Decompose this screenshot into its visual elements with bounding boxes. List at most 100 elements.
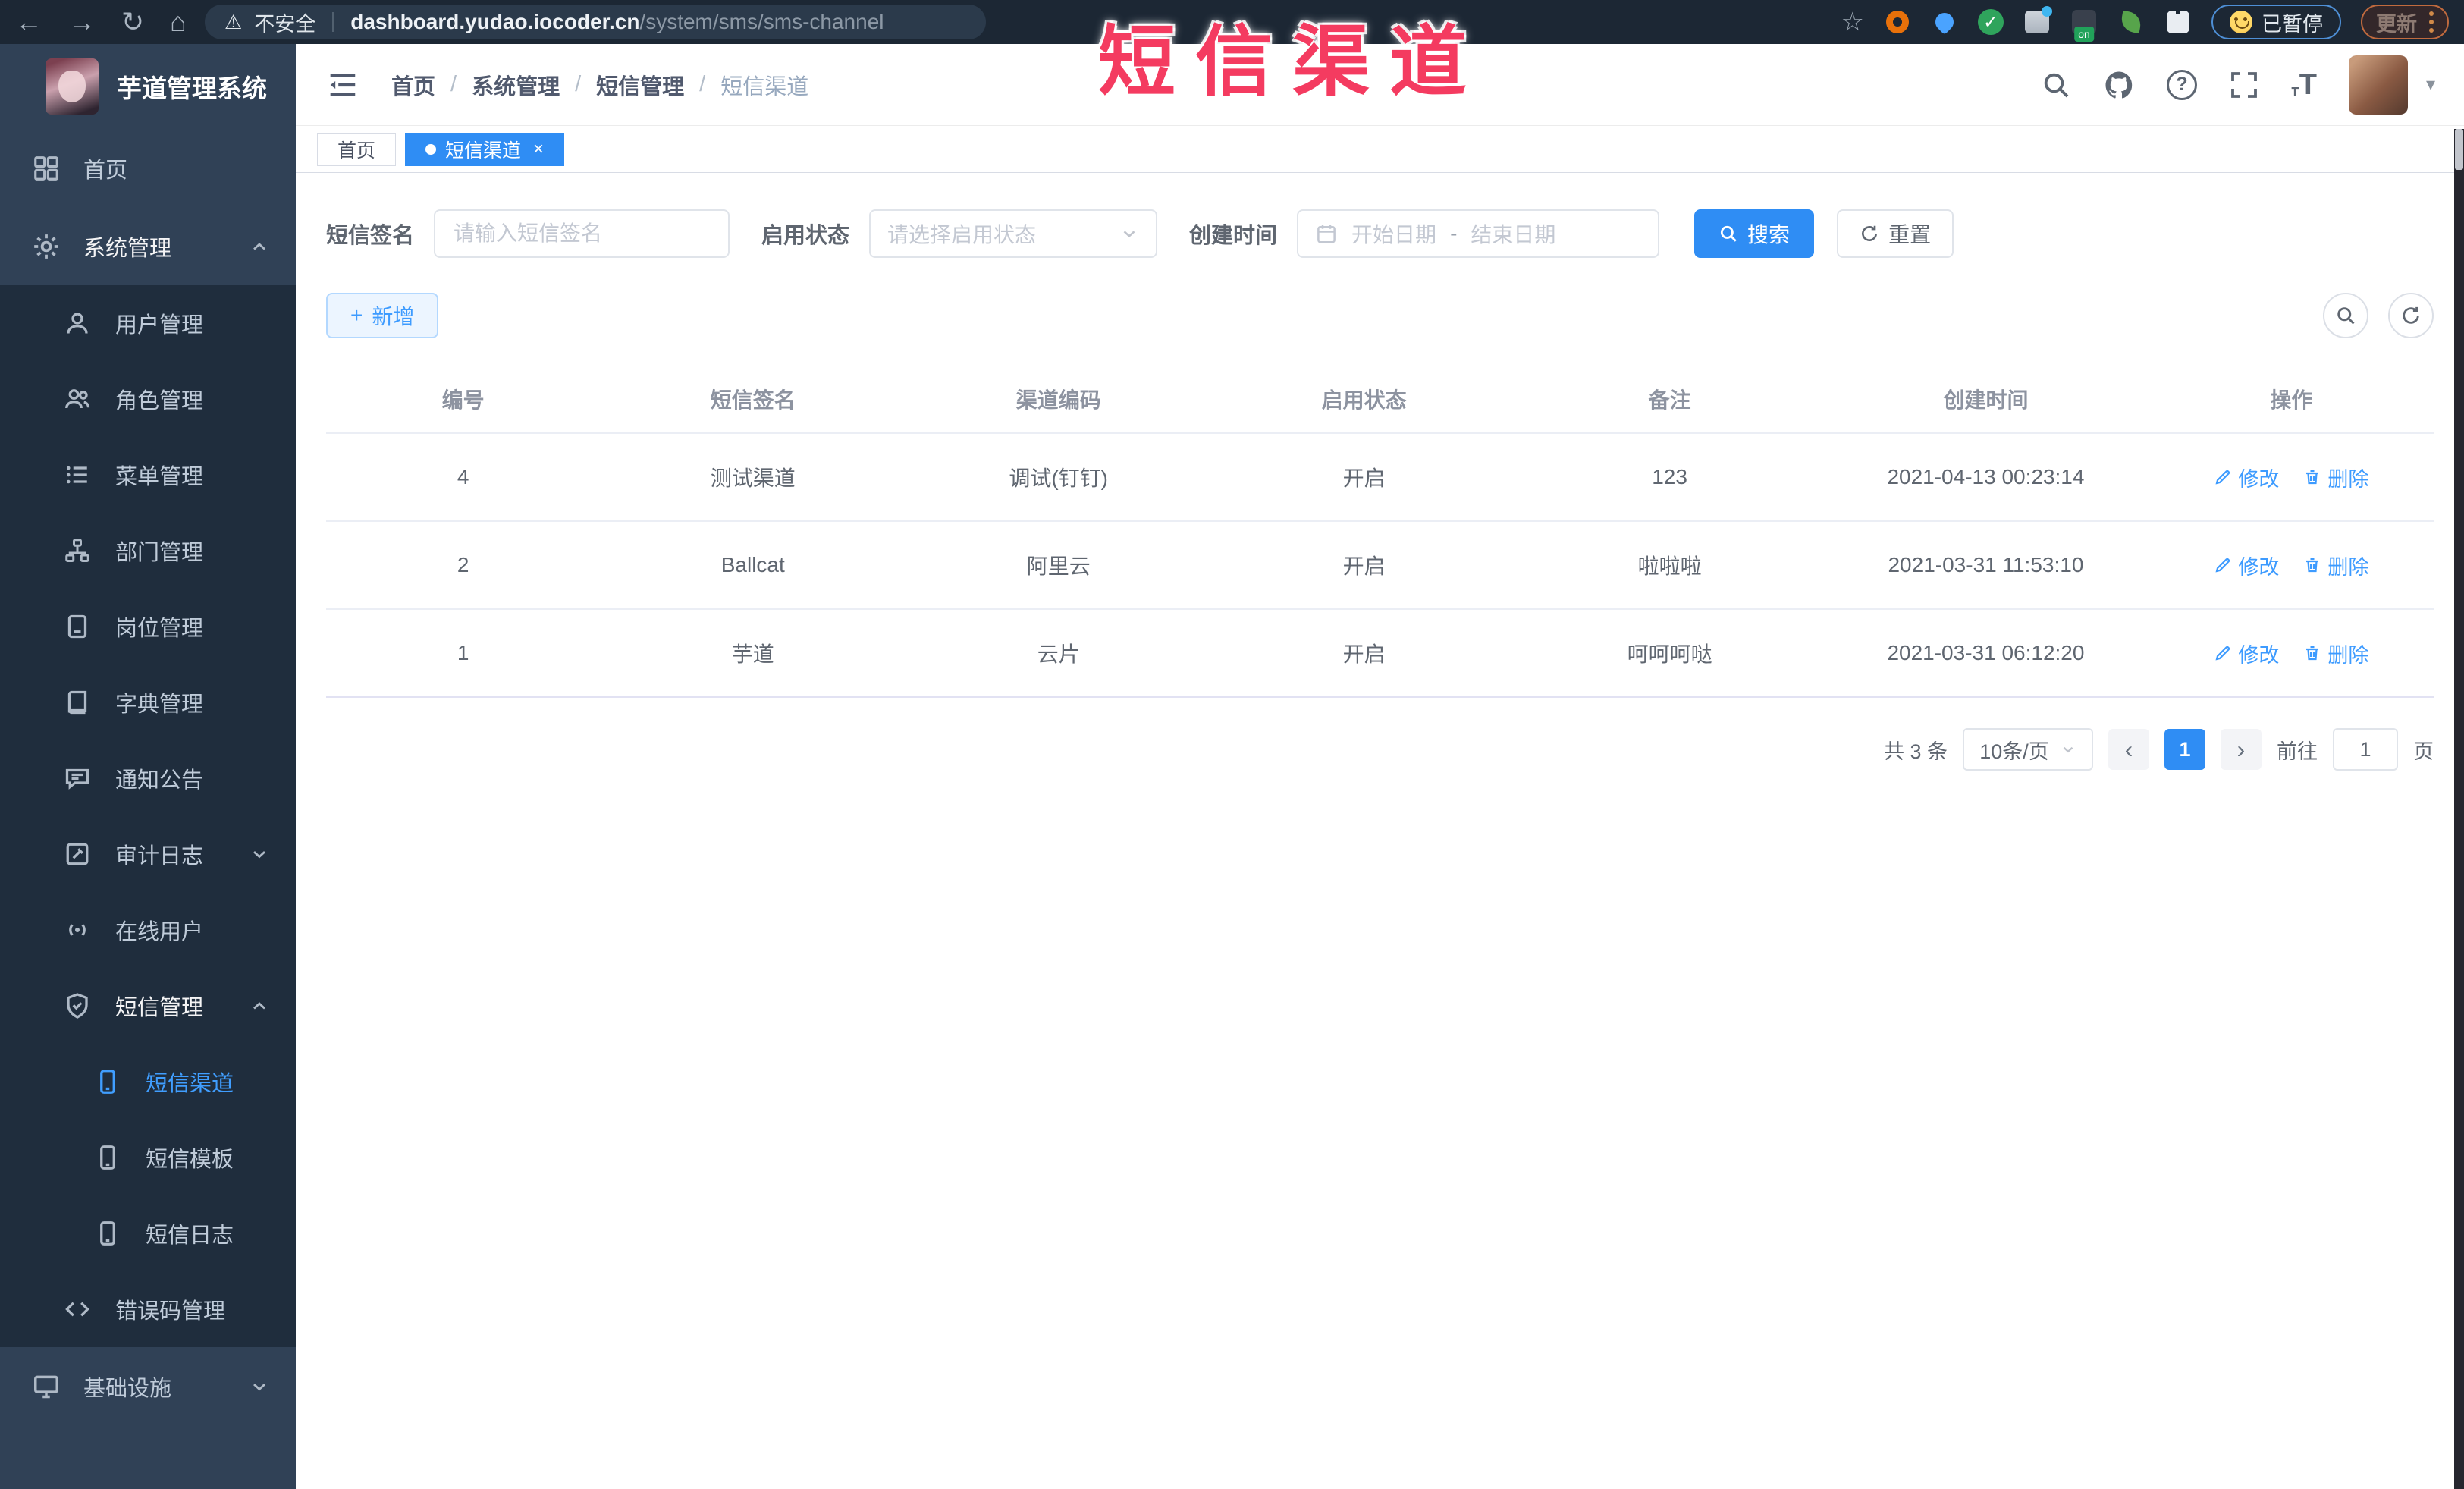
refresh-table-button[interactable]	[2388, 293, 2434, 338]
monitor-icon	[32, 1372, 62, 1401]
shield-check-icon	[64, 992, 94, 1019]
reset-button[interactable]: 重置	[1837, 209, 1954, 258]
scrollbar-thumb[interactable]	[2455, 129, 2463, 170]
divider	[332, 12, 334, 32]
extension-sprout-icon[interactable]	[2117, 8, 2145, 36]
font-size-icon[interactable]: тT	[2291, 71, 2317, 99]
toggle-search-button[interactable]	[2323, 293, 2368, 338]
sidebar-item-home[interactable]: 首页	[0, 129, 296, 207]
sign-input[interactable]	[434, 209, 730, 258]
tab-home[interactable]: 首页	[317, 132, 397, 166]
delete-button[interactable]: 删除	[2303, 463, 2368, 492]
sign-label: 短信签名	[326, 224, 415, 248]
browser-menu-icon[interactable]	[2429, 11, 2434, 33]
sidebar-item-menu-management[interactable]: 菜单管理	[0, 437, 296, 513]
page-suffix: 页	[2413, 740, 2434, 763]
sidebar-item-user-management[interactable]: 用户管理	[0, 285, 296, 361]
status-label: 启用状态	[761, 224, 850, 248]
sidebar-toggle-icon[interactable]	[325, 68, 359, 102]
search-icon[interactable]	[2041, 70, 2071, 100]
search-button[interactable]: 搜索	[1694, 209, 1815, 258]
sidebar-item-dict-management[interactable]: 字典管理	[0, 664, 296, 740]
sidebar-item-sms-template[interactable]: 短信模板	[0, 1120, 296, 1195]
extension-check-icon[interactable]: ✓	[1978, 9, 2004, 35]
sidebar-item-dept-management[interactable]: 部门管理	[0, 513, 296, 589]
chevron-down-icon	[249, 843, 270, 865]
browser-home-icon[interactable]: ⌂	[170, 6, 187, 38]
edit-button[interactable]: 修改	[2214, 639, 2279, 668]
sidebar-item-post-management[interactable]: 岗位管理	[0, 589, 296, 664]
sidebar-item-infrastructure[interactable]: 基础设施	[0, 1347, 296, 1425]
status-select[interactable]: 请选择启用状态	[869, 209, 1158, 258]
security-warning-icon: ⚠	[224, 10, 243, 33]
sidebar-item-audit-log[interactable]: 审计日志	[0, 816, 296, 892]
app-logo[interactable]: 芋道管理系统	[0, 44, 296, 129]
chevron-up-icon	[249, 995, 270, 1016]
prev-page-button[interactable]: ‹	[2108, 729, 2149, 770]
address-bar[interactable]: ⚠ 不安全 dashboard.yudao.iocoder.cn/system/…	[204, 5, 986, 39]
sidebar-item-notice[interactable]: 通知公告	[0, 740, 296, 816]
user-icon	[64, 309, 94, 337]
book-icon	[64, 689, 94, 716]
trash-icon	[2306, 470, 2319, 485]
table-row: 2 Ballcat 阿里云 开启 啦啦啦 2021-03-31 11:53:10…	[326, 521, 2434, 610]
delete-button[interactable]: 删除	[2303, 551, 2368, 580]
edit-button[interactable]: 修改	[2214, 463, 2279, 492]
sidebar-item-sms-log[interactable]: 短信日志	[0, 1195, 296, 1271]
edit-button[interactable]: 修改	[2214, 551, 2279, 580]
breadcrumb-home[interactable]: 首页	[391, 69, 435, 101]
bookmark-star-icon[interactable]: ☆	[1841, 7, 1864, 37]
security-label[interactable]: 不安全	[254, 8, 315, 37]
date-range-picker[interactable]: 开始日期 - 结束日期	[1297, 209, 1660, 258]
extension-users-icon[interactable]	[2023, 6, 2052, 36]
browser-forward-icon[interactable]: →	[68, 6, 96, 38]
extensions-puzzle-icon[interactable]	[2164, 8, 2192, 36]
search-icon	[1720, 225, 1737, 242]
edit-log-icon	[64, 840, 94, 868]
tab-close-icon[interactable]: ×	[533, 139, 544, 160]
browser-back-icon[interactable]: ←	[15, 6, 42, 38]
next-page-button[interactable]: ›	[2221, 729, 2262, 770]
refresh-icon	[2403, 306, 2419, 324]
sidebar-item-sms-channel[interactable]: 短信渠道	[0, 1044, 296, 1120]
logo-image	[46, 58, 99, 115]
help-icon[interactable]: ?	[2166, 69, 2197, 100]
goto-page-input[interactable]	[2333, 728, 2398, 771]
extension-dark-icon[interactable]: on	[2070, 8, 2098, 42]
current-page-button[interactable]: 1	[2164, 729, 2205, 770]
page-content: 短信签名 启用状态 请选择启用状态 创建时间 开始日期 -	[296, 173, 2464, 1489]
fullscreen-icon[interactable]	[2229, 70, 2259, 100]
breadcrumb-system[interactable]: 系统管理	[472, 69, 560, 101]
browser-reload-icon[interactable]: ↻	[121, 6, 144, 38]
sidebar: 芋道管理系统 首页 系统管理 用户管理 角色管理 菜单管理 部门管理 岗位管理 …	[0, 44, 296, 1489]
delete-button[interactable]: 删除	[2303, 639, 2368, 668]
breadcrumb-sms[interactable]: 短信管理	[596, 69, 684, 101]
paused-badge[interactable]: 已暂停	[2211, 5, 2341, 39]
table-header-row: 编号 短信签名 渠道编码 启用状态 备注 创建时间 操作	[326, 366, 2434, 434]
avatar-caret-icon[interactable]: ▾	[2426, 74, 2435, 96]
sidebar-item-role-management[interactable]: 角色管理	[0, 361, 296, 437]
update-button[interactable]: 更新	[2361, 5, 2449, 39]
github-icon[interactable]	[2103, 69, 2135, 101]
active-dot-icon	[425, 143, 437, 155]
gear-icon	[32, 232, 62, 261]
start-date-placeholder[interactable]: 开始日期	[1351, 218, 1436, 249]
extension-pin-icon[interactable]	[1931, 8, 1958, 36]
vertical-scrollbar[interactable]	[2454, 129, 2464, 1489]
add-button[interactable]: + 新增	[326, 293, 439, 338]
extension-orange-icon[interactable]	[1884, 8, 1911, 36]
sidebar-item-online-users[interactable]: 在线用户	[0, 892, 296, 968]
user-avatar[interactable]	[2348, 55, 2408, 115]
sidebar-item-error-code[interactable]: 错误码管理	[0, 1271, 296, 1347]
end-date-placeholder[interactable]: 结束日期	[1471, 218, 1555, 249]
tab-sms-channel[interactable]: 短信渠道 ×	[405, 132, 565, 166]
signal-icon	[64, 916, 94, 944]
sidebar-item-sms-management[interactable]: 短信管理	[0, 968, 296, 1044]
tags-view-bar: 首页 短信渠道 ×	[296, 126, 2464, 173]
url-path: /system/sms/sms-channel	[639, 10, 884, 33]
sidebar-item-system-management[interactable]: 系统管理	[0, 207, 296, 285]
browser-toolbar: ← → ↻ ⌂ ⚠ 不安全 dashboard.yudao.iocoder.cn…	[0, 0, 2464, 44]
plus-icon: +	[350, 303, 363, 327]
pencil-icon	[2215, 470, 2230, 485]
page-size-select[interactable]: 10条/页	[1963, 728, 2093, 771]
